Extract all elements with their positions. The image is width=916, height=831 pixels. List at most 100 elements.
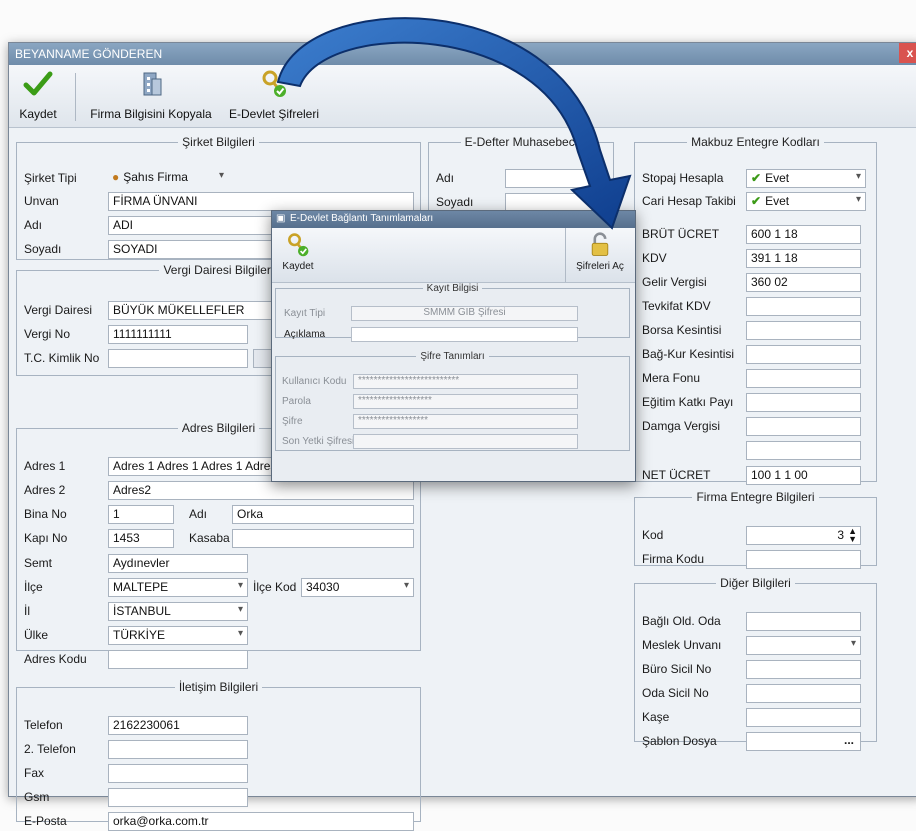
browse-button[interactable]: ... xyxy=(844,733,854,747)
toolbar-separator xyxy=(75,73,76,121)
phone-field[interactable]: 2162230061 xyxy=(108,716,248,735)
copy-company-button[interactable]: Firma Bilgisini Kopyala xyxy=(83,69,219,123)
net-wage-field[interactable]: 100 1 1 00 xyxy=(746,466,861,485)
receipt-row-field[interactable] xyxy=(746,369,861,388)
last-auth-password-label: Son Yetki Şifresi xyxy=(282,436,355,447)
dialog-titlebar: ▣ E-Devlet Bağlantı Tanımlamaları xyxy=(272,211,635,228)
record-info-legend: Kayıt Bilgisi xyxy=(426,283,479,294)
receipt-row-field[interactable]: 600 1 18 xyxy=(746,225,861,244)
other-row-label: Büro Sicil No xyxy=(642,662,712,676)
door-no-label: Kapı No xyxy=(24,531,68,545)
dialog-save-button[interactable]: Kaydet xyxy=(278,232,318,278)
open-passwords-button[interactable]: Şifreleri Aç xyxy=(568,232,632,278)
address-legend: Adres Bilgileri xyxy=(181,421,256,435)
tc-id-field[interactable] xyxy=(108,349,248,368)
password-label: Parola xyxy=(282,396,311,407)
code-value: 3 xyxy=(837,528,844,542)
receipt-row-label: Eğitim Katkı Payı xyxy=(642,395,734,409)
county-select[interactable]: MALTEPE xyxy=(108,578,248,597)
toolbar: Kaydet Firma Bilgisini Kopyala E-Devlet … xyxy=(9,65,916,128)
last-auth-password-field[interactable] xyxy=(353,434,578,449)
chamber-registry-field[interactable] xyxy=(746,684,861,703)
title-label: Unvan xyxy=(24,194,59,208)
firm-code-field[interactable] xyxy=(746,550,861,569)
phone2-field[interactable] xyxy=(108,740,248,759)
district-label: Semt xyxy=(24,556,53,570)
tax-office-label: Vergi Dairesi xyxy=(24,303,93,317)
receipt-row-field[interactable] xyxy=(746,297,861,316)
account-tracking-value: Evet xyxy=(765,194,790,208)
other-row-label: Kaşe xyxy=(642,710,670,724)
receipt-row-label: Gelir Vergisi xyxy=(642,275,707,289)
close-button[interactable]: x xyxy=(899,43,916,63)
email-field[interactable]: orka@orka.com.tr xyxy=(108,812,414,831)
keys-icon xyxy=(288,233,309,257)
address2-field[interactable]: Adres2 xyxy=(108,481,414,500)
code-label: Kod xyxy=(642,528,664,542)
city-select[interactable]: İSTANBUL xyxy=(108,602,248,621)
office-registry-field[interactable] xyxy=(746,660,861,679)
company-type-select[interactable]: ● Şahıs Firma xyxy=(108,169,228,188)
receipt-row-field[interactable] xyxy=(746,441,861,460)
building-name-field[interactable]: Orka xyxy=(232,505,414,524)
stamp-field[interactable] xyxy=(746,708,861,727)
window-titlebar: BEYANNAME GÖNDEREN x xyxy=(9,43,916,65)
record-type-select[interactable]: SMMM GİB Şifresi xyxy=(351,306,578,321)
linked-chamber-field[interactable] xyxy=(746,612,861,631)
spin-icon[interactable]: ▲ ▼ xyxy=(848,527,857,544)
edevlet-dialog: ▣ E-Devlet Bağlantı Tanımlamaları Kaydet… xyxy=(271,210,636,482)
tc-id-lookup-button[interactable] xyxy=(253,349,273,368)
other-row-label: Bağlı Old. Oda xyxy=(642,614,721,628)
county-code-select[interactable]: 34030 xyxy=(301,578,414,597)
account-tracking-select[interactable]: ✔ Evet xyxy=(746,192,866,211)
surname-label: Soyadı xyxy=(24,242,62,256)
district-field[interactable]: Aydınevler xyxy=(108,554,248,573)
password-definitions-group: Şifre Tanımları Kullanıcı Kodu *********… xyxy=(275,351,630,451)
address-code-field[interactable] xyxy=(108,650,248,669)
password-field[interactable]: ******************* xyxy=(353,394,578,409)
edevlet-passwords-button[interactable]: E-Devlet Şifreleri xyxy=(223,69,325,123)
keys-icon xyxy=(262,70,286,97)
cipher-label: Şifre xyxy=(282,416,303,427)
edevlet-passwords-label: E-Devlet Şifreleri xyxy=(228,107,320,121)
receipt-row-field[interactable]: 360 02 xyxy=(746,273,861,292)
country-label: Ülke xyxy=(24,628,49,642)
receipt-row-label: Mera Fonu xyxy=(642,371,701,385)
address-code-label: Adres Kodu xyxy=(24,652,87,666)
save-button[interactable]: Kaydet xyxy=(15,69,61,123)
withholding-label: Stopaj Hesapla xyxy=(642,171,724,185)
tc-id-label: T.C. Kimlik No xyxy=(24,351,100,365)
firm-integration-group: Firma Entegre Bilgileri Kod 3 ▲ ▼ Firma Ko… xyxy=(634,490,877,569)
other-row-label: Şablon Dosya xyxy=(642,734,717,748)
firm-code-label: Firma Kodu xyxy=(642,552,705,566)
tax-office-legend: Vergi Dairesi Bilgileri xyxy=(163,263,274,277)
building-no-field[interactable]: 1 xyxy=(108,505,174,524)
profession-title-select[interactable] xyxy=(746,636,861,655)
edefter-name-field[interactable] xyxy=(505,169,605,188)
username-field[interactable]: ************************** xyxy=(353,374,578,389)
code-stepper[interactable]: 3 ▲ ▼ xyxy=(746,526,861,545)
withholding-select[interactable]: ✔ Evet xyxy=(746,169,866,188)
address2-label: Adres 2 xyxy=(24,483,66,497)
county-label: İlçe xyxy=(24,580,43,594)
receipt-row-field[interactable] xyxy=(746,417,861,436)
password-definitions-legend: Şifre Tanımları xyxy=(420,351,485,362)
receipt-codes-group: Makbuz Entegre Kodları Stopaj Hesapla ✔ E… xyxy=(634,135,877,485)
cipher-field[interactable]: ****************** xyxy=(353,414,578,429)
tax-no-field[interactable]: 1111111111 xyxy=(108,325,248,344)
check-icon: ✔ xyxy=(751,171,762,185)
fax-field[interactable] xyxy=(108,764,248,783)
receipt-row-label: Bağ-Kur Kesintisi xyxy=(642,347,735,361)
town-field[interactable] xyxy=(232,529,414,548)
country-select[interactable]: TÜRKİYE xyxy=(108,626,248,645)
phone-label: Telefon xyxy=(24,718,63,732)
title-field[interactable]: FİRMA ÜNVANI xyxy=(108,192,414,211)
receipt-row-field[interactable] xyxy=(746,321,861,340)
receipt-row-field[interactable] xyxy=(746,393,861,412)
gsm-field[interactable] xyxy=(108,788,248,807)
receipt-row-field[interactable]: 391 1 18 xyxy=(746,249,861,268)
receipt-row-label: Tevkifat KDV xyxy=(642,299,711,313)
door-no-field[interactable]: 1453 xyxy=(108,529,174,548)
receipt-row-field[interactable] xyxy=(746,345,861,364)
description-field[interactable] xyxy=(351,327,578,342)
